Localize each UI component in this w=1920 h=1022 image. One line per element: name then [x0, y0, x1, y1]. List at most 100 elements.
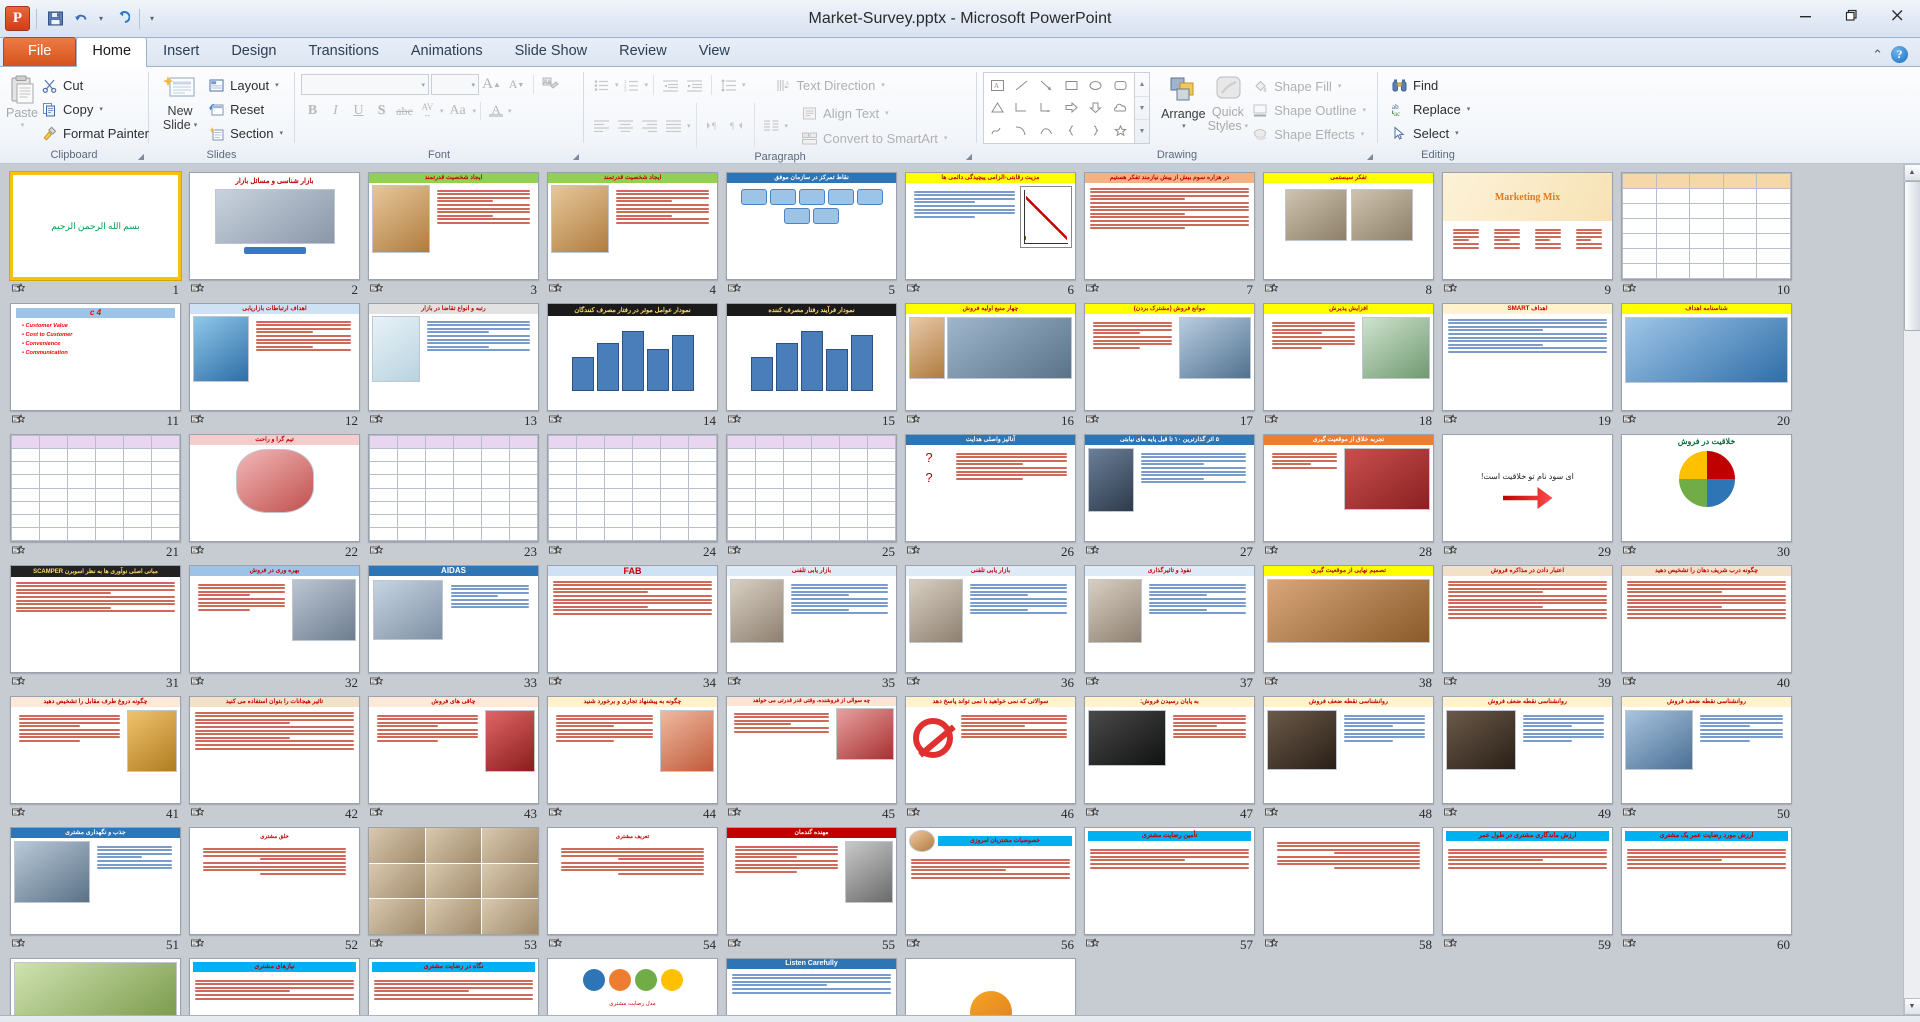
character-spacing-button[interactable]: AV ↔: [416, 100, 439, 122]
transition-star-icon[interactable]: [1623, 544, 1637, 560]
slide-thumbnail-image[interactable]: بهره وری در فروش: [189, 565, 360, 673]
slide-thumbnail-image[interactable]: رتبه و انواع تقاضا در بازار: [368, 303, 539, 411]
customize-quick-access-icon[interactable]: ▾: [146, 14, 158, 23]
shape-rectangle-icon[interactable]: [1059, 74, 1084, 97]
slide-thumbnail-image[interactable]: Marketing Mix: [1442, 172, 1613, 280]
align-left-button[interactable]: [590, 115, 613, 137]
slide-thumbnail-image[interactable]: تفکر سیستمی: [1263, 172, 1434, 280]
transition-star-icon[interactable]: [12, 806, 26, 822]
minimize-button[interactable]: [1782, 0, 1828, 30]
slide-thumbnail-image[interactable]: مبانی اصلی نوآوری ها به نظر اسوبرن SCAMP…: [10, 565, 181, 673]
slide-thumbnail-22[interactable]: تیم گرا و راحت 22: [189, 434, 364, 561]
replace-caret-icon[interactable]: ▾: [1467, 105, 1471, 113]
slide-thumbnail-27[interactable]: ۵ اثر گذارترین ۱۰ تا قبل پایه های نیابتی…: [1084, 434, 1259, 561]
shape-curve-icon[interactable]: [1010, 119, 1035, 142]
transition-star-icon[interactable]: [1623, 675, 1637, 691]
slide-thumbnail-image[interactable]: چگونه به پیشنهاد تجاری و برخورد شنید: [547, 696, 718, 804]
transition-star-icon[interactable]: [191, 544, 205, 560]
slide-thumbnail-image[interactable]: ارزش مورد انتظار: [10, 958, 181, 1015]
slide-thumbnail-30[interactable]: خلاقیت در فروش 30: [1621, 434, 1796, 561]
text-direction-caret-icon[interactable]: ▾: [881, 81, 885, 89]
slide-thumbnail-11[interactable]: 4 c • Customer Value • Cost to Customer • C…: [10, 303, 185, 430]
slide-thumbnail-23[interactable]: 23: [368, 434, 543, 561]
slide-thumbnail-image[interactable]: ارزش مورد رضایت عمر یک مشتری: [1621, 827, 1792, 935]
slide-thumbnail-66[interactable]: 66: [905, 958, 1080, 1015]
slide-thumbnail-image[interactable]: [547, 434, 718, 542]
slide-thumbnail-17[interactable]: موانع فروش (مشترک بردن) 17: [1084, 303, 1259, 430]
slide-thumbnail-54[interactable]: تعریف مشتری 54: [547, 827, 722, 954]
shapes-more-icon[interactable]: ▼: [1135, 120, 1149, 143]
transition-star-icon[interactable]: [370, 937, 384, 953]
paste-button[interactable]: Paste ▾: [6, 71, 38, 129]
rtl-direction-button[interactable]: ¶: [702, 115, 725, 137]
shape-elbow-arrow-icon[interactable]: [1034, 97, 1059, 120]
slide-thumbnail-image[interactable]: موانع فروش (مشترک بردن): [1084, 303, 1255, 411]
tab-slide-show[interactable]: Slide Show: [499, 37, 604, 66]
slide-thumbnail-image[interactable]: ۵ اثر گذارترین ۱۰ تا قبل پایه های نیابتی: [1084, 434, 1255, 542]
slide-thumbnail-image[interactable]: چهار منبع اولیه فروش: [905, 303, 1076, 411]
numbering-caret-icon[interactable]: ▾: [645, 81, 649, 89]
slide-thumbnail-37[interactable]: نفوذ و تاثیرگذاری 37: [1084, 565, 1259, 692]
redo-icon[interactable]: [109, 7, 133, 31]
slide-thumbnail-image[interactable]: بسم الله الرحمن الرحيم: [9, 171, 182, 281]
transition-star-icon[interactable]: [370, 413, 384, 429]
transition-star-icon[interactable]: [191, 675, 205, 691]
transition-star-icon[interactable]: [907, 282, 921, 298]
minimize-ribbon-icon[interactable]: ⌃: [1872, 47, 1883, 63]
slide-thumbnail-55[interactable]: مهنده گندمان 55: [726, 827, 901, 954]
transition-star-icon[interactable]: [370, 544, 384, 560]
transition-star-icon[interactable]: [370, 282, 384, 298]
transition-star-icon[interactable]: [1265, 544, 1279, 560]
find-button[interactable]: Find: [1388, 73, 1475, 97]
slide-thumbnail-image[interactable]: اهداف ارتباطات بازاریابی: [189, 303, 360, 411]
slide-thumbnail-image[interactable]: نقاط تمرکز در سازمان موفق: [726, 172, 897, 280]
slide-thumbnail-image[interactable]: جذب و نگهداری مشتری: [10, 827, 181, 935]
transition-star-icon[interactable]: [1265, 675, 1279, 691]
shape-down-arrow-icon[interactable]: [1084, 97, 1109, 120]
select-caret-icon[interactable]: ▾: [1455, 129, 1459, 137]
paste-dropdown-caret-icon[interactable]: ▾: [21, 121, 25, 129]
slide-thumbnail-image[interactable]: تصمیم نهایی از موقعیت گیری: [1263, 565, 1434, 673]
slide-thumbnail-image[interactable]: [726, 434, 897, 542]
tab-view[interactable]: View: [683, 37, 746, 66]
quick-styles-button[interactable]: Quick Styles ▾: [1207, 72, 1249, 133]
slide-thumbnail-image[interactable]: مدل رضایت مشتری: [547, 958, 718, 1015]
transition-star-icon[interactable]: [1086, 413, 1100, 429]
slide-thumbnail-9[interactable]: Marketing Mix 9: [1442, 172, 1617, 299]
slide-thumbnail-image[interactable]: چه سوالی از فروشنده، وقتی قدر قدرتی می خ…: [726, 696, 897, 804]
tab-home[interactable]: Home: [76, 37, 148, 67]
transition-star-icon[interactable]: [12, 282, 26, 298]
slide-thumbnail-41[interactable]: چگونه دروغ طرف مقابل را تشخیص دهید 41: [10, 696, 185, 823]
undo-dropdown-caret-icon[interactable]: ▾: [95, 14, 107, 23]
line-spacing-caret-icon[interactable]: ▾: [742, 81, 746, 89]
font-size-input[interactable]: ▾: [431, 74, 479, 95]
convert-to-smartart-button[interactable]: Convert to SmartArt ▾: [798, 126, 952, 150]
transition-star-icon[interactable]: [191, 937, 205, 953]
reset-button[interactable]: Reset: [205, 97, 288, 121]
slide-thumbnail-image[interactable]: بازار شناسی و مسائل بازار: [189, 172, 360, 280]
bold-button[interactable]: B: [301, 100, 324, 122]
slide-thumbnail-61[interactable]: ارزش مورد انتظار61: [10, 958, 185, 1015]
slide-thumbnail-63[interactable]: نگاه در رضایت مشتری63: [368, 958, 543, 1015]
transition-star-icon[interactable]: [1444, 675, 1458, 691]
shape-arc-icon[interactable]: [1034, 119, 1059, 142]
align-text-button[interactable]: Align Text ▾: [798, 101, 952, 125]
transition-star-icon[interactable]: [1444, 937, 1458, 953]
scrollbar-thumb[interactable]: [1903, 181, 1920, 331]
slide-thumbnail-image[interactable]: مزیت رقابتی-الزامی پیچیدگی دائمی ها: [905, 172, 1076, 280]
bullets-button[interactable]: [590, 74, 613, 96]
transition-star-icon[interactable]: [1086, 937, 1100, 953]
slide-thumbnail-image[interactable]: ای سود نام تو خلاقیت است!: [1442, 434, 1613, 542]
slide-thumbnail-15[interactable]: نمودار فرآیند رفتار مصرف کننده 15: [726, 303, 901, 430]
slide-thumbnail-image[interactable]: نفوذ و تاثیرگذاری: [1084, 565, 1255, 673]
slide-thumbnail-34[interactable]: FAB 34: [547, 565, 722, 692]
arrange-button[interactable]: Arrange ▾: [1160, 72, 1207, 130]
slide-thumbnail-image[interactable]: تاثیر هیجانات را بتوان استفاده می کنید: [189, 696, 360, 804]
tab-design[interactable]: Design: [215, 37, 292, 66]
clipboard-dialog-launcher[interactable]: ◢: [138, 152, 144, 161]
shape-scribble-icon[interactable]: [985, 119, 1010, 142]
transition-star-icon[interactable]: [1265, 413, 1279, 429]
slide-thumbnail-1[interactable]: بسم الله الرحمن الرحيم 1: [9, 171, 185, 299]
powerpoint-logo-icon[interactable]: P: [5, 6, 30, 31]
slide-thumbnail-2[interactable]: بازار شناسی و مسائل بازار 2: [189, 172, 364, 299]
